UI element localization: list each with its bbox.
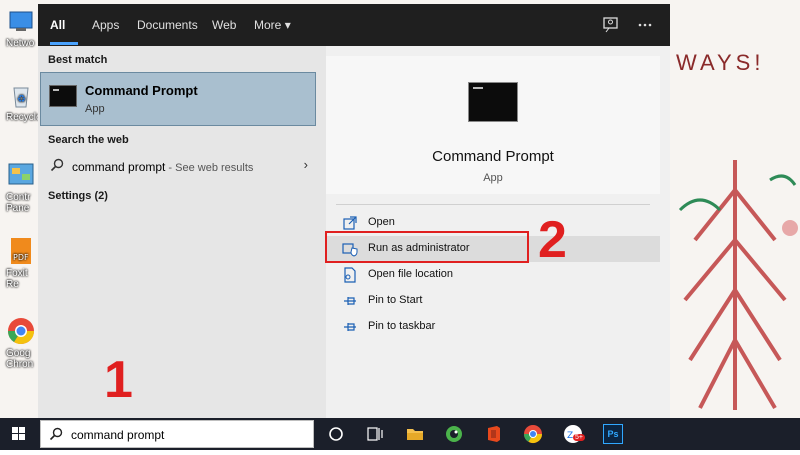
chrome-icon[interactable]: [523, 424, 543, 444]
search-icon: [50, 158, 64, 172]
best-match-heading: Best match: [48, 54, 108, 66]
desktop-icon-network[interactable]: Netwo: [6, 6, 42, 49]
zalo-app[interactable]: Z 5+: [563, 424, 585, 444]
taskbar-search-box[interactable]: command prompt: [40, 420, 314, 448]
wallpaper-tree-graphic: [678, 160, 798, 410]
coccoc-icon[interactable]: [444, 424, 464, 444]
callout-box-run-as-admin: [325, 231, 529, 263]
best-match-type: App: [85, 103, 105, 115]
tab-all[interactable]: All: [50, 4, 65, 46]
file-explorer-icon[interactable]: [405, 424, 425, 444]
more-options-icon[interactable]: [636, 16, 654, 34]
action-open-label: Open: [368, 216, 395, 228]
action-pin-to-taskbar[interactable]: Pin to taskbar: [326, 314, 660, 340]
search-web-heading: Search the web: [48, 134, 129, 146]
action-pin-to-taskbar-label: Pin to taskbar: [368, 320, 436, 332]
svg-text:PDF: PDF: [13, 253, 29, 262]
detail-divider: [336, 204, 650, 205]
wallpaper-text: WAYS!: [676, 50, 765, 75]
cortana-icon[interactable]: [326, 424, 346, 444]
zalo-badge: 5+: [573, 434, 585, 441]
command-prompt-icon: [49, 85, 77, 107]
chevron-down-icon: ▾: [284, 18, 291, 32]
action-pin-to-start[interactable]: Pin to Start: [326, 288, 660, 314]
windows-logo-icon: [12, 427, 25, 440]
open-icon: [342, 215, 358, 231]
tab-web[interactable]: Web: [212, 4, 236, 46]
pin-icon: [342, 319, 358, 335]
command-prompt-large-icon: [468, 82, 518, 122]
desktop-icon-foxit[interactable]: PDF Foxit Re: [6, 236, 42, 290]
preview-app-type: App: [483, 172, 503, 184]
pin-icon: [342, 293, 358, 309]
search-icon: [49, 427, 63, 441]
action-open-file-location[interactable]: Open file location: [326, 262, 660, 288]
callout-number-2: 2: [538, 211, 567, 269]
recycle-bin-icon: ♻: [6, 80, 36, 110]
photoshop-icon[interactable]: Ps: [603, 424, 623, 444]
desktop-icon-control-panel[interactable]: Contr Pane: [6, 160, 42, 214]
best-match-name: Command Prompt: [85, 83, 198, 98]
callout-number-1: 1: [104, 351, 133, 409]
network-icon: [6, 6, 36, 36]
foxit-pdf-icon: PDF: [6, 236, 36, 266]
results-list: Best match Command Prompt App Search the…: [38, 46, 322, 418]
preview-app-name: Command Prompt: [432, 148, 554, 165]
active-tab-indicator: [50, 42, 78, 45]
web-result-suffix: - See web results: [165, 162, 254, 174]
chrome-icon: [6, 316, 36, 346]
chevron-right-icon[interactable]: ›: [304, 157, 308, 172]
file-location-icon: [342, 267, 358, 283]
app-preview-card: Command Prompt App: [326, 56, 660, 194]
svg-text:♻: ♻: [17, 94, 26, 105]
search-tabbar: All Apps Documents Web More ▾: [38, 4, 670, 46]
feedback-icon[interactable]: [602, 16, 620, 34]
web-result-row[interactable]: command prompt - See web results ›: [38, 152, 322, 180]
action-pin-to-start-label: Pin to Start: [368, 294, 423, 306]
office-icon[interactable]: [484, 424, 504, 444]
tab-documents[interactable]: Documents: [137, 4, 198, 46]
taskbar: command prompt Z 5+ Ps: [0, 418, 800, 450]
taskbar-search-input[interactable]: command prompt: [71, 428, 164, 442]
control-panel-icon: [6, 160, 36, 190]
web-result-query: command prompt: [72, 160, 166, 174]
best-match-result[interactable]: Command Prompt App: [40, 72, 316, 126]
action-open-file-location-label: Open file location: [368, 268, 453, 280]
desktop-icon-recycle-bin[interactable]: ♻ Recycle: [6, 80, 42, 123]
web-result-text: command prompt - See web results: [72, 160, 253, 174]
tab-more[interactable]: More ▾: [254, 4, 291, 46]
tab-apps[interactable]: Apps: [92, 4, 119, 46]
task-view-icon[interactable]: [365, 424, 385, 444]
settings-heading[interactable]: Settings (2): [48, 190, 108, 202]
desktop-icon-chrome[interactable]: Goog Chron: [6, 316, 42, 370]
start-button[interactable]: [0, 418, 38, 450]
tab-more-label: More: [254, 18, 282, 32]
